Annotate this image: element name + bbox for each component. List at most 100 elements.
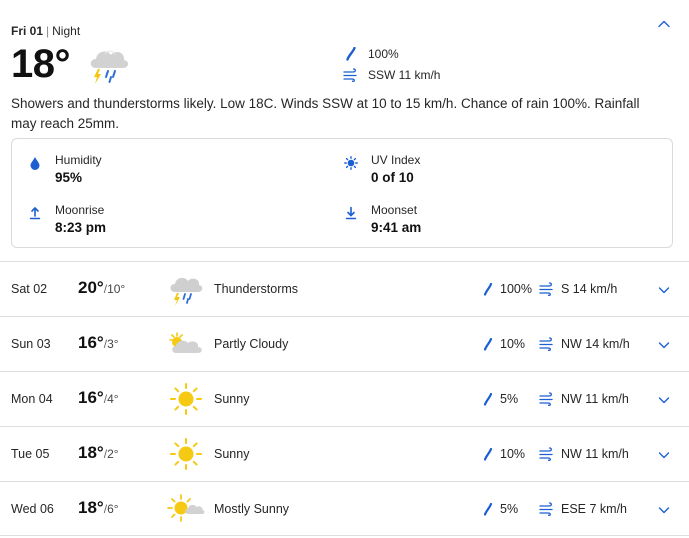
raindrop-icon bbox=[343, 46, 359, 62]
expanded-day-name: Fri 01 bbox=[11, 24, 44, 38]
humidity-drop-icon bbox=[27, 155, 43, 171]
uv-index-value: 0 of 10 bbox=[371, 170, 414, 185]
chevron-down-icon bbox=[658, 397, 670, 404]
raindrop-icon bbox=[481, 282, 495, 296]
details-card: Humidity 95% UV Index 0 of 10 Moonrise 8… bbox=[11, 138, 673, 248]
humidity-value: 95% bbox=[55, 170, 83, 185]
row-day: Mon 04 bbox=[11, 392, 53, 406]
thunderstorm-icon bbox=[166, 271, 206, 307]
chevron-down-icon bbox=[658, 507, 670, 514]
row-rain-chance: 5% bbox=[481, 392, 518, 406]
row-temperature: 16°/3° bbox=[78, 333, 119, 353]
current-temperature: 18° bbox=[11, 42, 71, 86]
moonrise-label: Moonrise bbox=[55, 203, 105, 217]
chevron-down-icon bbox=[658, 452, 670, 459]
uv-index-label: UV Index bbox=[371, 153, 421, 167]
forecast-row-mon-04[interactable]: Mon 04 16°/4° Sunny 5% NW 11 km/h bbox=[0, 371, 689, 426]
row-high-temp: 20° bbox=[78, 278, 104, 297]
row-rain-chance: 10% bbox=[481, 447, 525, 461]
row-condition: Partly Cloudy bbox=[214, 337, 289, 351]
row-day: Tue 05 bbox=[11, 447, 50, 461]
row-condition: Thunderstorms bbox=[214, 282, 299, 296]
expand-button[interactable] bbox=[655, 501, 673, 519]
rain-chance-value: 100% bbox=[368, 47, 399, 61]
row-wind-value: ESE 7 km/h bbox=[561, 502, 627, 516]
forecast-row-sat-02[interactable]: Sat 02 20°/10° Thunderstorms 100% S 14 k… bbox=[0, 261, 689, 316]
row-rain-chance: 5% bbox=[481, 502, 518, 516]
moonset-label: Moonset bbox=[371, 203, 418, 217]
row-wind-value: S 14 km/h bbox=[561, 282, 618, 296]
row-rain-chance: 100% bbox=[481, 282, 532, 296]
expand-button[interactable] bbox=[655, 391, 673, 409]
collapse-button[interactable] bbox=[652, 12, 676, 36]
forecast-row-tue-05[interactable]: Tue 05 18°/2° Sunny 10% NW 11 km/h bbox=[0, 426, 689, 481]
row-rain-value: 100% bbox=[500, 282, 532, 296]
expanded-day-section: Fri 01 | Night 18° 100% SSW 11 km/h Show… bbox=[0, 0, 689, 262]
row-rain-value: 10% bbox=[500, 447, 526, 461]
row-wind: NW 11 km/h bbox=[539, 447, 629, 461]
row-wind: NW 14 km/h bbox=[539, 337, 630, 351]
row-condition: Sunny bbox=[214, 447, 250, 461]
row-low-temp: 6° bbox=[107, 502, 119, 516]
expand-button[interactable] bbox=[655, 281, 673, 299]
daily-forecast-list: Sat 02 20°/10° Thunderstorms 100% S 14 k… bbox=[0, 261, 689, 536]
expanded-day-header: Fri 01 | Night bbox=[11, 24, 80, 38]
moonset-detail: Moonset 9:41 am bbox=[343, 203, 421, 236]
thunderstorm-icon bbox=[84, 42, 132, 86]
row-rain-value: 5% bbox=[500, 502, 519, 516]
row-low-temp: 3° bbox=[107, 337, 119, 351]
row-rain-chance: 10% bbox=[481, 337, 525, 351]
forecast-row-wed-06[interactable]: Wed 06 18°/6° Mostly Sunny 5% ESE 7 km/h bbox=[0, 481, 689, 536]
row-low-temp: 2° bbox=[107, 447, 119, 461]
forecast-summary: Showers and thunderstorms likely. Low 18… bbox=[11, 96, 640, 131]
uv-index-detail: UV Index 0 of 10 bbox=[343, 153, 420, 186]
mostly-sunny-icon bbox=[166, 491, 206, 527]
row-high-temp: 18° bbox=[78, 443, 104, 462]
rain-chance: 100% bbox=[343, 46, 399, 62]
row-wind: S 14 km/h bbox=[539, 282, 617, 296]
weather-forecast-panel: Fri 01 | Night 18° 100% SSW 11 km/h Show… bbox=[0, 0, 689, 538]
expand-button[interactable] bbox=[655, 446, 673, 464]
moonset-value: 9:41 am bbox=[371, 220, 422, 235]
expanded-day-period: Night bbox=[52, 24, 81, 38]
wind-icon bbox=[539, 447, 555, 461]
row-high-temp: 16° bbox=[78, 333, 104, 352]
humidity-label: Humidity bbox=[55, 153, 102, 167]
row-wind-value: NW 11 km/h bbox=[561, 392, 629, 406]
moonrise-value: 8:23 pm bbox=[55, 220, 107, 235]
wind-icon bbox=[539, 392, 555, 406]
row-wind-value: NW 14 km/h bbox=[561, 337, 630, 351]
raindrop-icon bbox=[481, 447, 495, 461]
row-day: Wed 06 bbox=[11, 502, 54, 516]
forecast-row-sun-03[interactable]: Sun 03 16°/3° Partly Cloudy 10% NW 14 km… bbox=[0, 316, 689, 371]
raindrop-icon bbox=[481, 502, 495, 516]
wind-value: SSW 11 km/h bbox=[368, 68, 441, 82]
row-temperature: 20°/10° bbox=[78, 278, 125, 298]
wind-icon bbox=[539, 282, 555, 296]
row-wind: ESE 7 km/h bbox=[539, 502, 627, 516]
uv-sun-icon bbox=[343, 155, 359, 171]
row-high-temp: 16° bbox=[78, 388, 104, 407]
wind-icon bbox=[539, 502, 555, 516]
sunny-icon bbox=[166, 381, 206, 417]
wind-icon bbox=[539, 337, 555, 351]
row-rain-value: 5% bbox=[500, 392, 519, 406]
row-rain-value: 10% bbox=[500, 337, 526, 351]
row-condition: Sunny bbox=[214, 392, 250, 406]
row-low-temp: 4° bbox=[107, 392, 119, 406]
moonrise-detail: Moonrise 8:23 pm bbox=[27, 203, 106, 236]
row-temperature: 18°/2° bbox=[78, 443, 119, 463]
row-wind: NW 11 km/h bbox=[539, 392, 629, 406]
chevron-up-icon bbox=[658, 20, 670, 28]
expand-button[interactable] bbox=[655, 336, 673, 354]
row-wind-value: NW 11 km/h bbox=[561, 447, 629, 461]
chevron-down-icon bbox=[658, 342, 670, 349]
row-condition: Mostly Sunny bbox=[214, 502, 290, 516]
row-day: Sat 02 bbox=[11, 282, 48, 296]
moonrise-arrow-icon bbox=[27, 205, 43, 221]
partly-cloudy-icon bbox=[166, 326, 206, 362]
sunny-icon bbox=[166, 436, 206, 472]
raindrop-icon bbox=[481, 392, 495, 406]
row-low-temp: 10° bbox=[107, 282, 126, 296]
humidity-detail: Humidity 95% bbox=[27, 153, 102, 186]
